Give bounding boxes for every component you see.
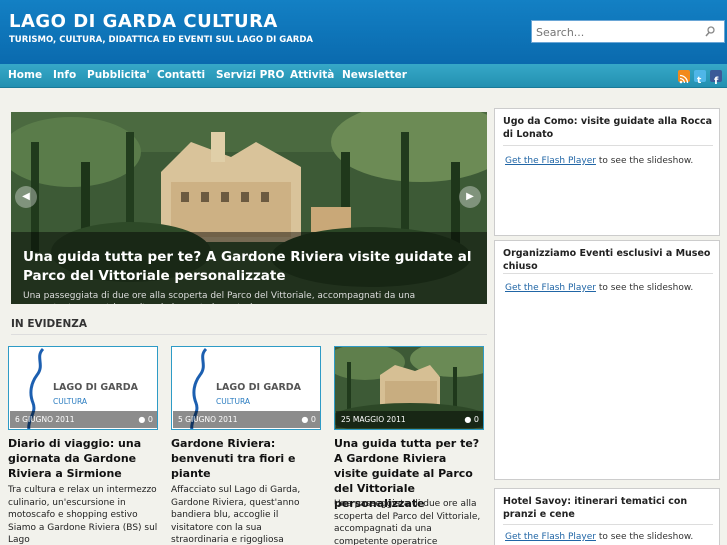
widget-title: Hotel Savoy: itinerari tematici con pran… [503,496,688,520]
featured-post-card: LAGO DI GARDA CULTURA 6 GIUGNO 2011 ● 0 … [8,346,158,545]
post-excerpt: Tra cultura e relax un intermezzo culina… [8,485,158,545]
comment-count[interactable]: ● 0 [138,411,153,428]
comment-icon: ● [138,415,146,424]
slider-prev-button[interactable]: ◀ [15,186,37,208]
sidebar-widget: Ugo da Como: visite guidate alla Rocca d… [494,108,720,236]
logo-text: LAGO DI GARDA [216,382,302,393]
post-date: 25 MAGGIO 2011 [341,415,406,424]
nav-item-pubblicita[interactable]: Pubblicita' [87,69,150,81]
nav-item-newsletter[interactable]: Newsletter [342,69,407,81]
nav-item-attivita[interactable]: Attività [290,69,334,81]
post-title[interactable]: Diario di viaggio: una giornata da Gardo… [8,436,158,481]
flash-player-link[interactable]: Get the Flash Player [505,156,596,166]
post-excerpt: Una passeggiata di due ore alla scoperta… [334,499,481,545]
post-meta: 6 GIUGNO 2011 ● 0 [10,411,157,428]
sidebar-widget: Organizziamo Eventi esclusivi a Museo ch… [494,240,720,480]
nav-item-home[interactable]: Home [8,69,42,81]
widget-text: Get the Flash Player to see the slidesho… [505,156,694,166]
flash-player-link[interactable]: Get the Flash Player [505,283,596,293]
featured-post-card: 25 MAGGIO 2011 ● 0 Una guida tutta per t… [334,346,484,545]
search-icon[interactable] [704,24,716,43]
divider [503,145,713,146]
nav-item-info[interactable]: Info [53,69,76,81]
sidebar-widget: Hotel Savoy: itinerari tematici con pran… [494,488,720,545]
nav-item-contatti[interactable]: Contatti [157,69,205,81]
nav-item-servizi-pro[interactable]: Servizi PRO [216,69,284,81]
main-nav: Home Info Pubblicita' Contatti Servizi P… [0,64,727,88]
post-excerpt: Affacciato sul Lago di Garda, Gardone Ri… [171,485,301,545]
slider-next-button[interactable]: ▶ [459,186,481,208]
divider [503,524,713,525]
post-title[interactable]: Gardone Riviera: benvenuti tra fiori e p… [171,436,321,481]
site-title[interactable]: LAGO DI GARDA CULTURA [9,11,278,32]
slider-excerpt: Una passeggiata di due ore alla scoperta… [23,291,416,304]
search-box[interactable] [531,20,725,43]
comment-count[interactable]: ● 0 [464,411,479,428]
site-tagline: TURISMO, CULTURA, DIDATTICA ED EVENTI SU… [9,35,313,45]
svg-text:f: f [714,76,719,85]
rss-icon[interactable] [678,70,690,84]
post-thumbnail[interactable]: 25 MAGGIO 2011 ● 0 [334,346,484,430]
slider-title[interactable]: Una guida tutta per te? A Gardone Rivier… [23,248,483,286]
comment-count[interactable]: ● 0 [301,411,316,428]
post-date: 5 GIUGNO 2011 [178,415,238,424]
post-meta: 5 GIUGNO 2011 ● 0 [173,411,320,428]
post-meta: 25 MAGGIO 2011 ● 0 [336,411,483,428]
facebook-icon[interactable]: f [710,70,722,87]
flash-player-link[interactable]: Get the Flash Player [505,532,596,542]
svg-text:t: t [697,76,702,85]
logo-subtext: CULTURA [216,397,250,406]
section-title: IN EVIDENZA [11,318,87,330]
search-input[interactable] [532,22,697,43]
main-content: ◀ ▶ Una guida tutta per te? A Gardone Ri… [4,104,490,545]
twitter-icon[interactable]: t [694,70,706,86]
featured-post-card: LAGO DI GARDA CULTURA 5 GIUGNO 2011 ● 0 … [171,346,321,545]
post-thumbnail[interactable]: LAGO DI GARDA CULTURA 6 GIUGNO 2011 ● 0 [8,346,158,430]
post-date: 6 GIUGNO 2011 [15,415,75,424]
featured-slider[interactable]: ◀ ▶ Una guida tutta per te? A Gardone Ri… [11,112,487,304]
comment-icon: ● [301,415,309,424]
divider [503,273,713,274]
logo-subtext: CULTURA [53,397,87,406]
widget-title: Ugo da Como: visite guidate alla Rocca d… [503,116,713,140]
widget-text: Get the Flash Player to see the slidesho… [505,532,694,542]
widget-text: Get the Flash Player to see the slidesho… [505,283,694,293]
widget-title: Organizziamo Eventi esclusivi a Museo ch… [503,248,711,272]
divider [11,334,487,335]
comment-icon: ● [464,415,472,424]
site-header: LAGO DI GARDA CULTURA TURISMO, CULTURA, … [0,0,727,64]
logo-text: LAGO DI GARDA [53,382,139,393]
post-thumbnail[interactable]: LAGO DI GARDA CULTURA 5 GIUGNO 2011 ● 0 [171,346,321,430]
